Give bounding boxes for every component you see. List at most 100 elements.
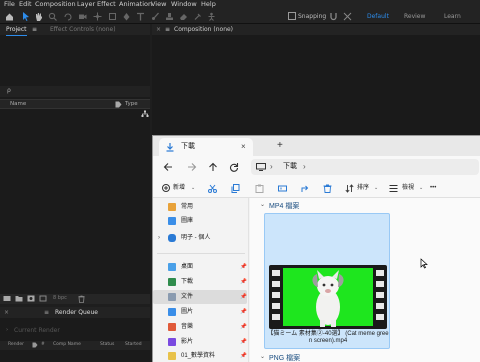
file-tile-mp4[interactable]: 【猫ミーム 素材集②-40選】 (Cat meme green screen).…	[264, 213, 390, 349]
refresh-icon[interactable]	[229, 162, 239, 172]
composition-viewer[interactable]	[152, 35, 480, 135]
menu-view[interactable]: View	[151, 0, 166, 9]
copy-icon[interactable]	[231, 184, 240, 193]
composition-menu-icon[interactable]: ≡	[165, 24, 170, 35]
rotate-tool-icon[interactable]	[63, 12, 72, 21]
menu-layer[interactable]: Layer	[77, 0, 95, 9]
up-arrow-icon[interactable]	[208, 162, 218, 172]
column-type[interactable]: Type	[125, 101, 138, 107]
menu-help[interactable]: Help	[201, 0, 216, 9]
paste-icon[interactable]	[255, 184, 264, 193]
nav-item-gallery[interactable]: 圖庫	[153, 214, 247, 228]
new-tab-button[interactable]: +	[277, 139, 283, 153]
menu-window[interactable]: Window	[171, 0, 197, 9]
nav-item-music[interactable]: 音樂 📌	[153, 320, 247, 334]
label-tag-icon[interactable]	[32, 342, 38, 348]
view-button[interactable]: 檢視	[402, 182, 414, 194]
more-options-icon[interactable]: •••	[430, 182, 436, 194]
snap-expand-icon[interactable]	[343, 12, 352, 21]
pin-icon[interactable]: 📌	[240, 320, 247, 334]
chevron-right-icon[interactable]: ›	[270, 161, 273, 173]
nav-item-pictures[interactable]: 圖片 📌	[153, 305, 247, 319]
nav-item-documents[interactable]: 文件 📌	[153, 290, 247, 304]
rq-col-render[interactable]: Render	[8, 342, 24, 347]
address-bar[interactable]: › 下載 ›	[251, 159, 479, 175]
workspace-default[interactable]: Default	[367, 9, 389, 24]
tab-downloads[interactable]: 下載 ×	[159, 138, 253, 156]
pin-icon[interactable]: 📌	[240, 335, 247, 349]
snap-magnet-icon[interactable]	[329, 12, 338, 21]
bpc-label[interactable]: 8 bpc	[53, 295, 67, 301]
expand-arrow-icon[interactable]: ›	[6, 327, 8, 333]
pin-icon[interactable]: 📌	[240, 290, 247, 304]
menu-file[interactable]: File	[4, 0, 15, 9]
pin-icon[interactable]: 📌	[240, 305, 247, 319]
chevron-down-icon[interactable]: ⌄	[374, 182, 378, 194]
nav-item-downloads[interactable]: 下載 📌	[153, 275, 247, 289]
label-tag-icon[interactable]	[115, 101, 122, 108]
forward-arrow-icon[interactable]	[187, 162, 197, 172]
clone-stamp-tool-icon[interactable]	[165, 12, 174, 21]
interpret-footage-icon[interactable]	[3, 295, 11, 302]
back-arrow-icon[interactable]	[163, 162, 173, 172]
new-button[interactable]: 新增	[173, 182, 185, 194]
flowchart-icon[interactable]	[141, 110, 149, 118]
tab-effect-controls[interactable]: Effect Controls (none)	[50, 24, 116, 35]
rq-col-number[interactable]: #	[41, 342, 45, 347]
chevron-right-icon[interactable]: ›	[303, 161, 306, 173]
expand-chevron-icon[interactable]: ›	[158, 231, 160, 245]
nav-item-home[interactable]: 常用	[153, 200, 247, 214]
pin-icon[interactable]: 📌	[240, 260, 247, 274]
project-settings-icon[interactable]	[39, 295, 47, 302]
close-icon[interactable]: ×	[241, 141, 246, 153]
collapse-chevron-icon[interactable]: ⌄	[260, 201, 265, 208]
tab-composition[interactable]: Composition (none)	[174, 24, 233, 35]
rq-col-status[interactable]: Status	[100, 342, 114, 347]
menu-composition[interactable]: Composition	[35, 0, 76, 9]
pin-icon[interactable]: 📌	[240, 349, 247, 362]
collapse-chevron-icon[interactable]: ⌄	[260, 353, 265, 360]
pin-icon[interactable]: 📌	[240, 275, 247, 289]
roto-brush-tool-icon[interactable]	[193, 12, 202, 21]
pan-behind-tool-icon[interactable]	[93, 12, 102, 21]
workspace-review[interactable]: Review	[404, 9, 425, 24]
cut-icon[interactable]	[208, 184, 217, 193]
column-name[interactable]: Name	[10, 101, 26, 107]
new-folder-icon[interactable]	[15, 295, 23, 302]
snapping-checkbox[interactable]	[288, 12, 296, 20]
project-search-bar[interactable]: ρ	[0, 86, 150, 97]
project-menu-icon[interactable]: ≡	[32, 24, 37, 35]
share-icon[interactable]	[301, 184, 310, 193]
pen-tool-icon[interactable]	[122, 12, 131, 21]
panel-menu-icon[interactable]: ≡	[44, 307, 49, 318]
delete-icon[interactable]	[323, 184, 332, 193]
rectangle-tool-icon[interactable]	[108, 12, 117, 21]
menu-animation[interactable]: Animation	[119, 0, 152, 9]
chevron-down-icon[interactable]: ⌄	[419, 182, 423, 194]
delete-icon[interactable]	[78, 295, 85, 303]
selection-tool-icon[interactable]	[21, 11, 30, 21]
hand-tool-icon[interactable]	[34, 12, 43, 21]
eraser-tool-icon[interactable]	[179, 12, 188, 21]
close-tab-icon[interactable]: ×	[156, 24, 161, 35]
brush-tool-icon[interactable]	[151, 12, 160, 21]
group-header-mp4[interactable]: MP4 檔案	[269, 201, 299, 211]
sort-icon[interactable]	[345, 184, 354, 193]
rq-col-comp-name[interactable]: Comp Name	[53, 342, 81, 347]
group-header-png[interactable]: PNG 檔案	[269, 353, 300, 362]
close-tab-icon[interactable]: ×	[4, 307, 9, 318]
rename-icon[interactable]	[278, 184, 287, 193]
chevron-down-icon[interactable]: ⌄	[191, 182, 195, 194]
address-crumb[interactable]: 下載	[283, 161, 297, 173]
nav-item-math-folder[interactable]: 01_數學資料 📌	[153, 349, 247, 362]
nav-item-desktop[interactable]: 桌面 📌	[153, 260, 247, 274]
workspace-learn[interactable]: Learn	[444, 9, 461, 24]
view-icon[interactable]	[389, 184, 398, 193]
rq-col-started[interactable]: Started	[125, 342, 142, 347]
new-plus-icon[interactable]	[162, 184, 170, 192]
tab-render-queue[interactable]: Render Queue	[55, 307, 98, 318]
nav-item-videos[interactable]: 影片 📌	[153, 335, 247, 349]
puppet-tool-icon[interactable]	[207, 12, 216, 21]
camera-tool-icon[interactable]	[78, 12, 87, 21]
nav-item-onedrive[interactable]: › 明子 - 個人	[153, 231, 247, 245]
